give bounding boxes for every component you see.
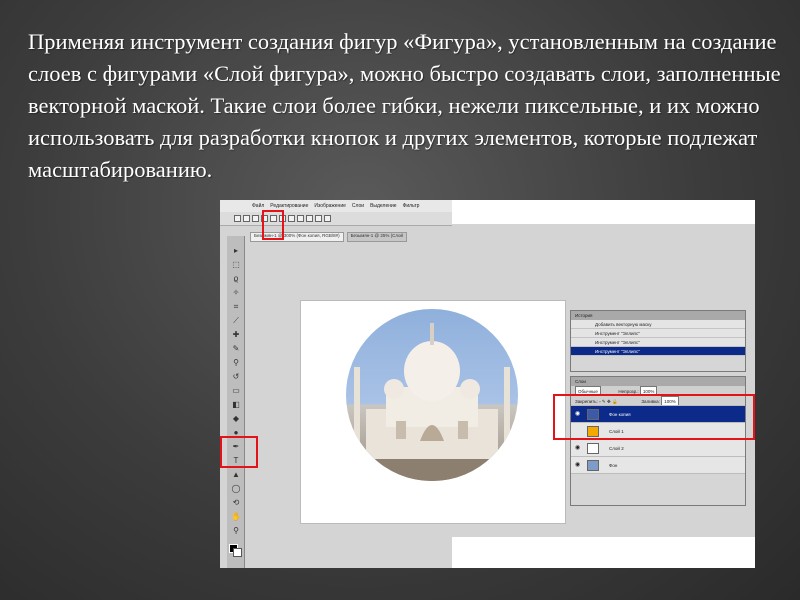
menu-image[interactable]: Изображение: [314, 203, 346, 209]
tab-document-2[interactable]: Безымян-1 @ 25% (Слой: [346, 232, 408, 242]
photoshop-screenshot: Файл Редактирование Изображение Слои Выд…: [220, 200, 755, 568]
layer-thumbnail: [587, 443, 599, 454]
taj-mahal-circle-image: [346, 309, 518, 481]
zoom-tool-icon[interactable]: ⚲: [231, 526, 241, 536]
path-selection-icon[interactable]: ▲: [231, 470, 241, 480]
document-canvas[interactable]: [300, 300, 566, 524]
history-panel-title: История: [571, 311, 745, 320]
history-item[interactable]: Инструмент "Эллипс": [571, 329, 745, 338]
highlight-shape-layers-option: [262, 210, 284, 240]
menu-bar: Файл Редактирование Изображение Слои Выд…: [220, 200, 452, 212]
layer-row[interactable]: ◉ Слой 2: [571, 440, 745, 457]
layer-row[interactable]: ◉ Фон: [571, 457, 745, 474]
lasso-tool-icon[interactable]: ϱ: [231, 274, 241, 284]
options-bar: [220, 212, 452, 226]
background-color-swatch[interactable]: [233, 548, 242, 557]
crop-tool-icon[interactable]: ⌗: [231, 302, 241, 312]
eyedropper-icon[interactable]: ⟋: [231, 316, 241, 326]
highlight-layer-row: [553, 394, 755, 440]
marquee-tool-icon[interactable]: ⬚: [231, 260, 241, 270]
history-brush-icon[interactable]: ↺: [231, 372, 241, 382]
menu-file[interactable]: Файл: [252, 203, 264, 209]
fill-pixels-option-icon[interactable]: [252, 215, 259, 222]
taj-mahal-illustration: [346, 323, 518, 481]
history-item-selected[interactable]: Инструмент "Эллипс": [571, 347, 745, 356]
line-tool-icon[interactable]: [315, 215, 322, 222]
menu-edit[interactable]: Редактирование: [270, 203, 308, 209]
shape-layers-option-icon[interactable]: [234, 215, 241, 222]
menu-select[interactable]: Выделение: [370, 203, 397, 209]
blur-tool-icon[interactable]: ◆: [231, 414, 241, 424]
clone-stamp-icon[interactable]: ⚲: [231, 358, 241, 368]
visibility-eye-icon[interactable]: ◉: [575, 457, 580, 473]
brush-tool-icon[interactable]: ✎: [231, 344, 241, 354]
move-tool-icon[interactable]: ▸: [231, 246, 241, 256]
layers-panel-title: Слои: [571, 377, 745, 386]
history-item[interactable]: Инструмент "Эллипс": [571, 338, 745, 347]
layer-thumbnail: [587, 460, 599, 471]
custom-shape-icon[interactable]: [324, 215, 331, 222]
slide-paragraph: Применяя инструмент создания фигур «Фигу…: [28, 29, 781, 182]
history-panel: История Добавить векторную маску Инструм…: [570, 310, 746, 372]
menu-layers[interactable]: Слои: [352, 203, 364, 209]
highlight-shape-tool: [220, 436, 258, 468]
layer-name: Фон: [609, 463, 618, 468]
gradient-tool-icon[interactable]: ◧: [231, 400, 241, 410]
paths-option-icon[interactable]: [243, 215, 250, 222]
healing-brush-icon[interactable]: ✚: [231, 330, 241, 340]
eraser-tool-icon[interactable]: ▭: [231, 386, 241, 396]
visibility-eye-icon[interactable]: ◉: [575, 440, 580, 456]
rounded-rectangle-icon[interactable]: [288, 215, 295, 222]
polygon-tool-icon[interactable]: [306, 215, 313, 222]
ellipse-tool-icon[interactable]: [297, 215, 304, 222]
ellipse-shape-tool-icon[interactable]: ◯: [231, 484, 241, 494]
magic-wand-icon[interactable]: ✧: [231, 288, 241, 298]
tools-panel: ▸ ⬚ ϱ ✧ ⌗ ⟋ ✚ ✎ ⚲ ↺ ▭ ◧ ◆ ● ✒ T ▲ ◯ ⟲ ✋ …: [227, 236, 245, 568]
history-item[interactable]: Добавить векторную маску: [571, 320, 745, 329]
menu-filter[interactable]: Фильтр: [403, 203, 420, 209]
3d-rotate-icon[interactable]: ⟲: [231, 498, 241, 508]
layer-name: Слой 2: [609, 446, 624, 451]
hand-tool-icon[interactable]: ✋: [231, 512, 241, 522]
